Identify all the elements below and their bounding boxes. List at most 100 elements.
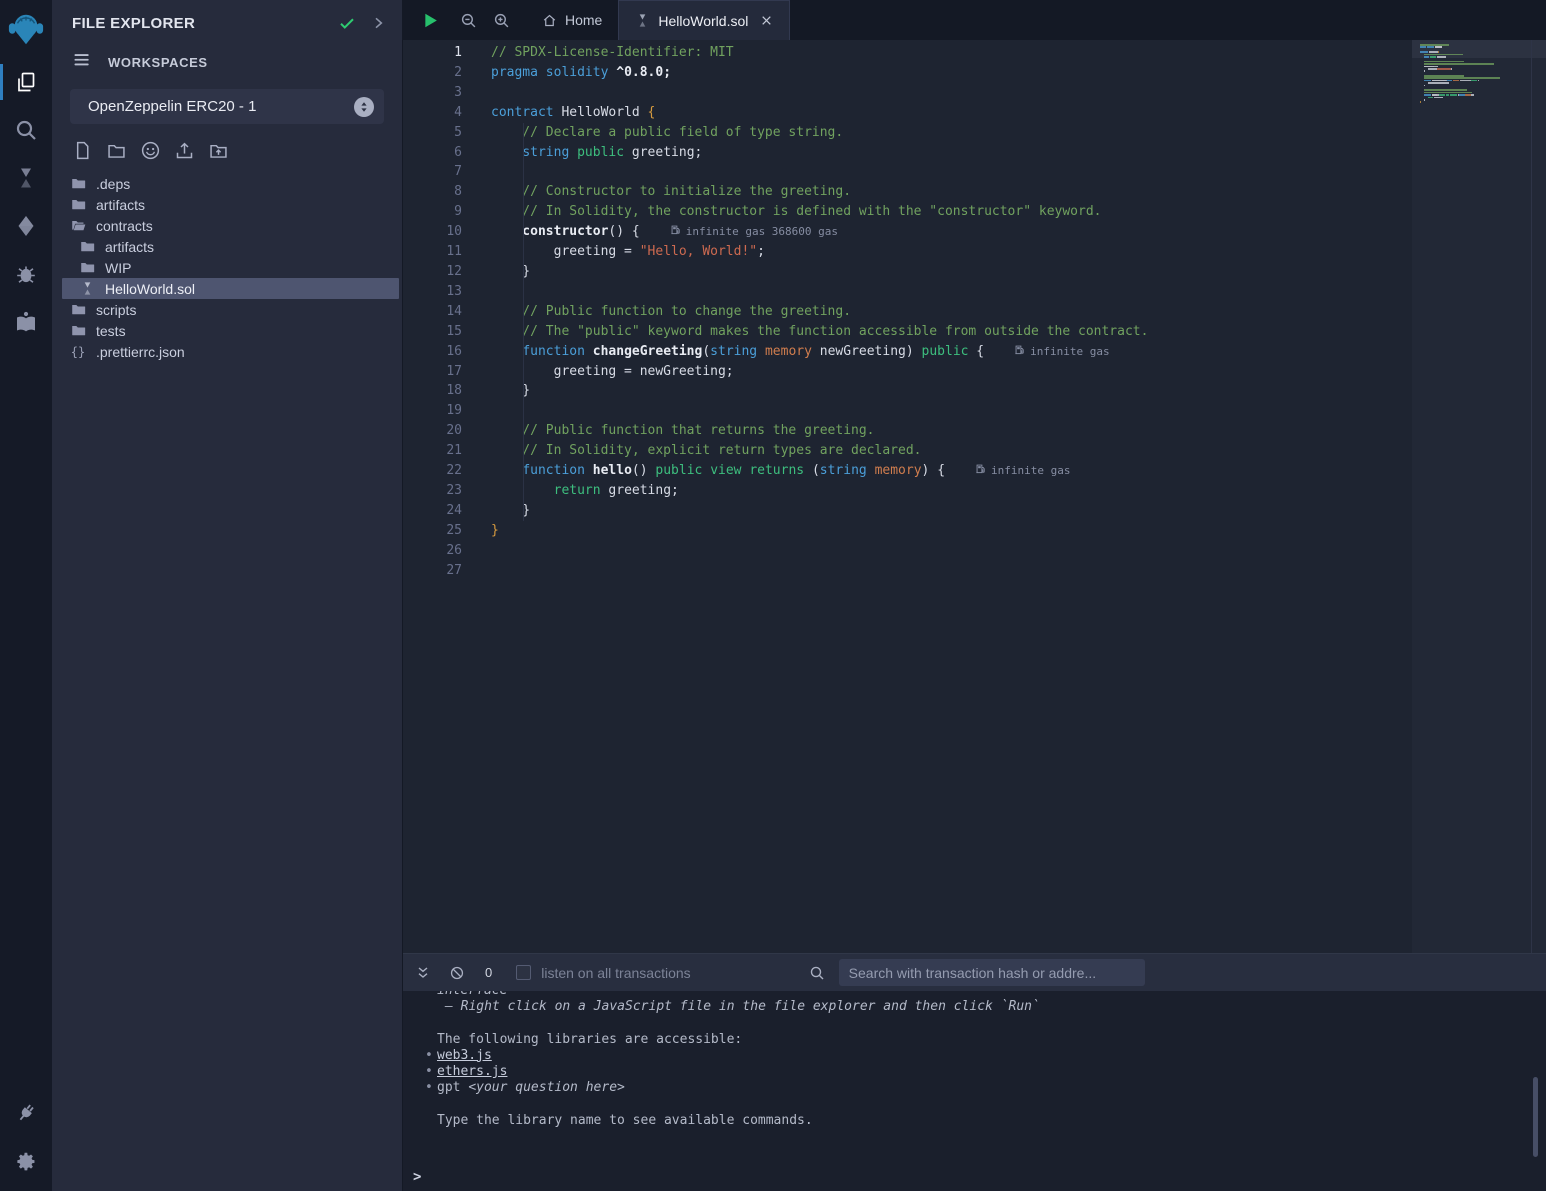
gas-pump-icon [670, 224, 686, 235]
line-number: 9 [403, 202, 491, 222]
workspace-dropdown[interactable]: OpenZeppelin ERC20 - 1 [70, 89, 384, 124]
code-line-21: 21 // In Solidity, explicit return types… [403, 441, 1412, 461]
file-label: tests [96, 323, 126, 339]
learneth-icon [14, 310, 38, 334]
code-line-12: 12 } [403, 262, 1412, 282]
terminal-line: Type the library name to see available c… [437, 1113, 1546, 1129]
collapse-terminal-icon[interactable] [415, 965, 431, 981]
line-text: // Declare a public field of type string… [491, 123, 843, 143]
workspace-selected: OpenZeppelin ERC20 - 1 [88, 98, 354, 115]
run-script-button[interactable] [421, 11, 440, 30]
code-line-13: 13 [403, 282, 1412, 302]
file-tree-item-HelloWorld.sol[interactable]: HelloWorld.sol [62, 278, 399, 299]
activity-item-solidity-compiler[interactable] [0, 154, 52, 202]
terminal-output[interactable]: interface– Right click on a JavaScript f… [403, 991, 1546, 1191]
gas-pump-icon [975, 463, 991, 474]
file-label: .prettierrc.json [96, 344, 185, 360]
folder-icon [71, 197, 86, 212]
terminal-panel: 0 listen on all transactions interface– … [403, 953, 1546, 1191]
line-text: pragma solidity ^0.8.0; [491, 63, 671, 83]
line-number: 13 [403, 282, 491, 302]
terminal-link-ethers.js[interactable]: ethers.js [437, 1064, 507, 1079]
remix-logo-icon [7, 10, 45, 48]
solidity-icon [635, 13, 650, 28]
file-tree-item-WIP[interactable]: WIP [62, 257, 399, 278]
close-tab-icon[interactable] [760, 14, 773, 27]
code-line-20: 20 // Public function that returns the g… [403, 421, 1412, 441]
line-number: 11 [403, 242, 491, 262]
file-tree-item-tests[interactable]: tests [62, 320, 399, 341]
tab-Home[interactable]: Home [526, 0, 618, 40]
code-line-9: 9 // In Solidity, the constructor is def… [403, 202, 1412, 222]
clone-github-button[interactable] [140, 140, 161, 161]
upload-folder-button[interactable] [208, 140, 229, 161]
line-number: 18 [403, 381, 491, 401]
code-line-16: 16 function changeGreeting(string memory… [403, 342, 1412, 362]
zoom-in-icon[interactable] [493, 12, 510, 29]
remix-logo [0, 0, 52, 58]
file-tree-item-.prettierrc.json[interactable]: {} .prettierrc.json [62, 341, 399, 362]
line-number: 6 [403, 143, 491, 163]
clear-console-icon[interactable] [449, 965, 465, 981]
new-file-button[interactable] [72, 140, 93, 161]
line-number: 25 [403, 521, 491, 541]
activity-item-plugin-manager[interactable] [0, 1089, 52, 1137]
line-number: 19 [403, 401, 491, 421]
folder-icon [80, 260, 95, 275]
listen-transactions-checkbox[interactable] [516, 965, 531, 980]
solidity-icon [80, 281, 95, 296]
folder-icon [71, 302, 86, 317]
folder-open-icon [71, 218, 86, 233]
code-line-17: 17 greeting = newGreeting; [403, 362, 1412, 382]
line-number: 17 [403, 362, 491, 382]
line-number: 8 [403, 182, 491, 202]
activity-item-search[interactable] [0, 106, 52, 154]
code-line-23: 23 return greeting; [403, 481, 1412, 501]
upload-file-button[interactable] [174, 140, 195, 161]
code-line-27: 27 [403, 561, 1412, 581]
workspace-sort-icon[interactable] [354, 97, 374, 117]
tab-HelloWorld.sol[interactable]: HelloWorld.sol [618, 0, 790, 40]
check-icon[interactable] [338, 14, 356, 32]
line-text: } [491, 381, 530, 401]
folder-icon [80, 239, 95, 254]
activity-item-learneth[interactable] [0, 298, 52, 346]
close-icon [760, 14, 773, 27]
hamburger-menu-icon[interactable] [72, 50, 92, 75]
file-tree-item-scripts[interactable]: scripts [62, 299, 399, 320]
bullet: • [425, 1080, 437, 1096]
file-tree-item-contracts[interactable]: contracts [62, 215, 399, 236]
activity-item-debugger[interactable] [0, 250, 52, 298]
braces-icon: {} [71, 345, 85, 359]
activity-item-deploy-run[interactable] [0, 202, 52, 250]
line-text: // The "public" keyword makes the functi… [491, 322, 1148, 342]
tab-label: HelloWorld.sol [658, 13, 748, 29]
minimap-line [1420, 106, 1500, 108]
bullet: • [425, 1048, 437, 1064]
editor-tabbar: Home HelloWorld.sol [403, 0, 1546, 40]
file-label: HelloWorld.sol [105, 281, 195, 297]
file-explorer-panel: FILE EXPLORER WORKSPACES OpenZeppelin ER… [52, 0, 403, 1191]
line-text: // Constructor to initialize the greetin… [491, 182, 851, 202]
file-tree-item-artifacts[interactable]: artifacts [62, 236, 399, 257]
file-tree: .depsartifactscontractsartifactsWIPHello… [52, 173, 402, 362]
activity-bar-bottom [0, 1089, 52, 1191]
terminal-search-input[interactable] [839, 959, 1145, 986]
zoom-out-icon[interactable] [460, 12, 477, 29]
code-editor[interactable]: 1// SPDX-License-Identifier: MIT2pragma … [403, 40, 1412, 953]
file-tree-item-.deps[interactable]: .deps [62, 173, 399, 194]
line-number: 12 [403, 262, 491, 282]
panel-title: FILE EXPLORER [72, 15, 324, 32]
code-line-24: 24 } [403, 501, 1412, 521]
file-label: WIP [105, 260, 131, 276]
file-tree-item-artifacts[interactable]: artifacts [62, 194, 399, 215]
activity-item-file-explorer[interactable] [0, 58, 52, 106]
chevron-right-icon[interactable] [370, 15, 386, 31]
terminal-scrollbar[interactable] [1533, 1077, 1538, 1157]
activity-item-settings[interactable] [0, 1137, 52, 1185]
terminal-link-web3.js[interactable]: web3.js [437, 1048, 492, 1063]
line-number: 2 [403, 63, 491, 83]
code-line-10: 10 constructor() {infinite gas 368600 ga… [403, 222, 1412, 242]
new-folder-button[interactable] [106, 140, 127, 161]
minimap[interactable] [1412, 40, 1546, 953]
